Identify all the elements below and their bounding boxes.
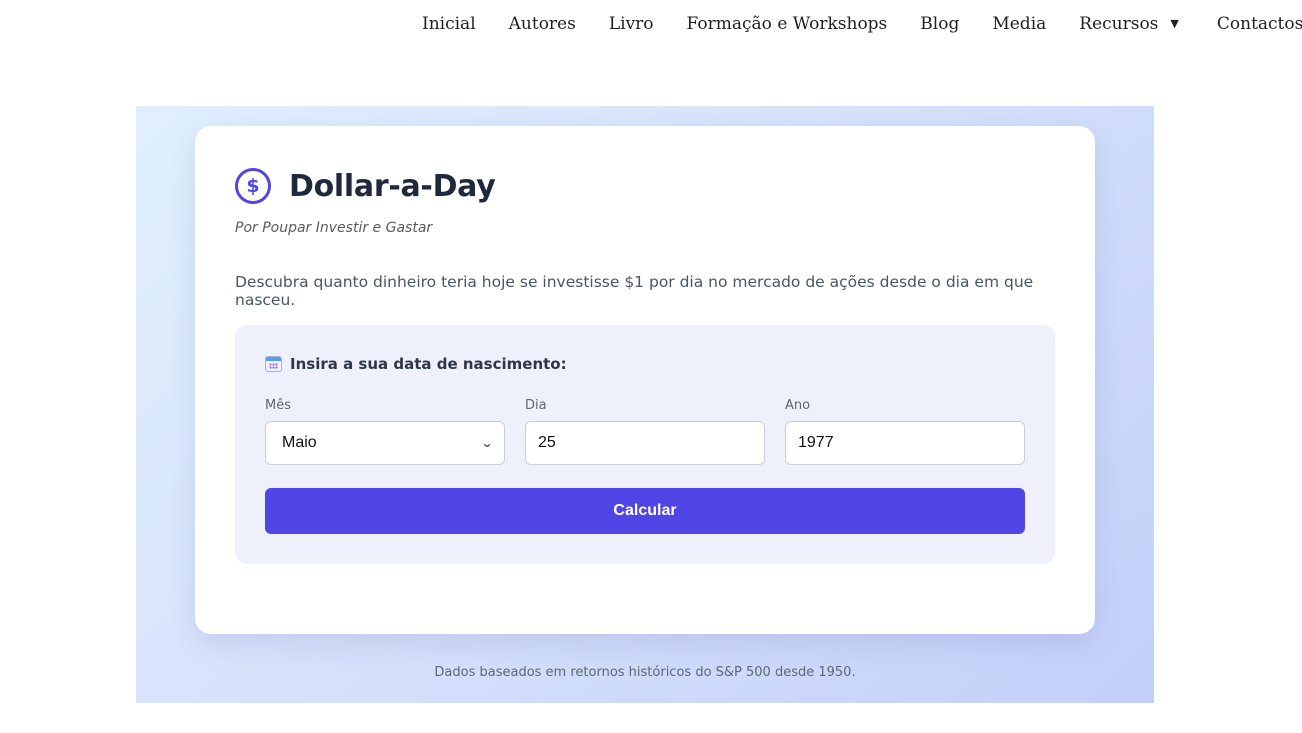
footnote: Dados baseados em retornos históricos do…	[434, 665, 856, 680]
month-select-value: Maio	[282, 434, 317, 451]
nav-item-contactos[interactable]: Contactos	[1217, 12, 1302, 36]
nav-item-formacao[interactable]: Formação e Workshops	[687, 12, 888, 36]
month-label: Mês	[265, 398, 291, 413]
day-field: Dia 25	[525, 398, 765, 465]
calculator-card: $ Dollar-a-Day Por Poupar Investir e Gas…	[195, 126, 1095, 634]
nav-item-recursos[interactable]: Recursos ▼	[1079, 12, 1179, 36]
nav-item-inicial[interactable]: Inicial	[422, 12, 476, 36]
calculate-button[interactable]: Calcular	[265, 488, 1025, 534]
day-label: Dia	[525, 398, 547, 413]
nav-item-recursos-label: Recursos	[1079, 14, 1159, 34]
day-input[interactable]: 25	[525, 421, 765, 465]
title-row: $ Dollar-a-Day	[235, 168, 496, 204]
month-select[interactable]: Maio ⌄	[265, 421, 505, 465]
chevron-down-icon: ⌄	[480, 436, 494, 450]
nav-item-livro[interactable]: Livro	[609, 12, 654, 36]
page-subtitle: Por Poupar Investir e Gastar	[235, 220, 433, 236]
hero-panel: $ Dollar-a-Day Por Poupar Investir e Gas…	[136, 106, 1154, 703]
form-heading-label: Insira a sua data de nascimento:	[290, 355, 567, 373]
month-field: Mês Maio ⌄	[265, 398, 505, 465]
calendar-icon	[265, 356, 282, 372]
year-field: Ano 1977	[785, 398, 1025, 465]
dollar-circle-icon: $	[235, 168, 271, 204]
page-title: Dollar-a-Day	[289, 168, 496, 204]
form-heading: Insira a sua data de nascimento:	[265, 355, 567, 373]
caret-down-icon: ▼	[1170, 17, 1179, 30]
nav-item-blog[interactable]: Blog	[920, 12, 959, 36]
year-input[interactable]: 1977	[785, 421, 1025, 465]
year-label: Ano	[785, 398, 811, 413]
nav-item-autores[interactable]: Autores	[509, 12, 576, 36]
main-nav: Inicial Autores Livro Formação e Worksho…	[422, 12, 1302, 36]
description-text: Descubra quanto dinheiro teria hoje se i…	[235, 273, 1034, 309]
nav-item-media[interactable]: Media	[992, 12, 1046, 36]
birthdate-form: Insira a sua data de nascimento: Mês Mai…	[235, 325, 1055, 564]
